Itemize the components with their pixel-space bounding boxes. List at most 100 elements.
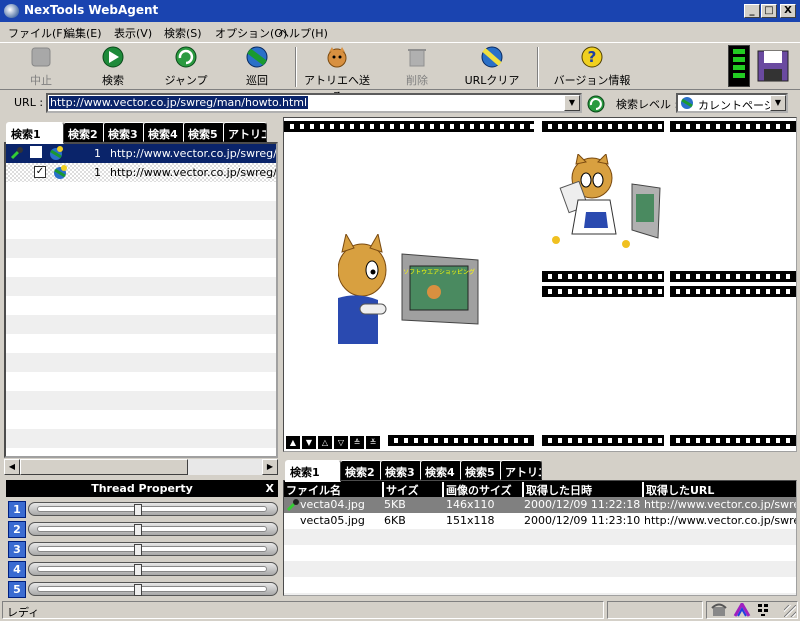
filmstrip <box>670 121 796 132</box>
window-title: NexTools WebAgent <box>24 3 159 17</box>
menu-help[interactable]: ヘルプ(H) <box>278 25 328 41</box>
column-date[interactable]: 取得した日時 <box>522 482 592 498</box>
left-tab-strip: 検索1 検索2 検索3 検索4 検索5 アトリエ <box>6 122 278 144</box>
delete-button[interactable]: 削除 <box>392 45 442 89</box>
patrol-button[interactable]: 巡回 <box>230 45 284 89</box>
phone-icon <box>711 603 727 616</box>
go-icon[interactable] <box>587 95 605 113</box>
cell-size: 6KB <box>384 514 406 527</box>
menu-search[interactable]: 検索(S) <box>164 25 202 41</box>
tab-search4[interactable]: 検索4 <box>143 122 185 142</box>
table-row[interactable]: vecta05.jpg 6KB 151x118 2000/12/09 11:23… <box>284 513 796 529</box>
close-button[interactable]: X <box>780 4 796 18</box>
nav-first-button[interactable]: ▲ <box>286 436 300 449</box>
tab-search4[interactable]: 検索4 <box>420 460 462 480</box>
tab-search1[interactable]: 検索1 <box>285 460 341 482</box>
scroll-right-button[interactable]: ▶ <box>262 459 278 475</box>
search-tool-icon <box>10 147 23 160</box>
scroll-thumb[interactable] <box>20 459 188 475</box>
menu-edit[interactable]: 編集(E) <box>64 25 102 41</box>
file-table: ファイル名 サイズ 画像のサイズ 取得した日時 取得したURL vecta04.… <box>283 480 797 596</box>
cell-url: http://www.vector.co.jp/swre <box>644 514 797 527</box>
maximize-button[interactable]: □ <box>761 4 777 18</box>
grid-icon <box>758 604 768 616</box>
checkbox[interactable] <box>30 146 42 158</box>
menu-file[interactable]: ファイル(F) <box>8 25 67 41</box>
cell-url: http://www.vector.co.jp/swre <box>644 498 797 511</box>
tab-search2[interactable]: 検索2 <box>340 460 382 480</box>
column-filename[interactable]: ファイル名 <box>284 482 341 498</box>
menu-options[interactable]: オプション(O) <box>215 25 287 41</box>
nav-down-button[interactable]: ▽ <box>334 436 348 449</box>
table-row[interactable]: vecta04.jpg 5KB 146x110 2000/12/09 11:22… <box>284 497 796 513</box>
scroll-left-button[interactable]: ◀ <box>4 459 20 475</box>
tab-search3[interactable]: 検索3 <box>380 460 422 480</box>
list-item[interactable]: 1 http://www.vector.co.jp/swreg/m <box>6 144 276 163</box>
thread-progress <box>28 562 278 576</box>
thread-row: 4 <box>6 560 278 579</box>
filmstrip <box>670 286 796 297</box>
cell-date: 2000/12/09 11:22:18 <box>524 498 641 511</box>
nav-page-down-button[interactable]: ≚ <box>366 436 380 449</box>
result-count: 1 <box>94 147 101 160</box>
filmstrip <box>670 271 796 282</box>
atelier-logo-icon <box>733 603 751 617</box>
search-result-list[interactable]: 1 http://www.vector.co.jp/swreg/m ✓ 1 ht… <box>4 142 278 458</box>
column-image-size[interactable]: 画像のサイズ <box>442 482 512 498</box>
tab-search5[interactable]: 検索5 <box>183 122 225 142</box>
minimize-button[interactable]: _ <box>744 4 760 18</box>
menu-view[interactable]: 表示(V) <box>114 25 152 41</box>
url-clear-button[interactable]: URLクリア <box>462 45 522 89</box>
tab-atelier[interactable]: アトリエ <box>500 460 542 480</box>
cell-filename: vecta04.jpg <box>300 498 365 511</box>
preview-pane: ソフトウエアショッピング ▲ ▼ △ ▽ ≙ ≚ <box>283 117 797 452</box>
tab-atelier[interactable]: アトリエ <box>223 122 267 142</box>
title-bar: NexTools WebAgent _ □ X <box>0 0 800 22</box>
close-icon[interactable]: X <box>266 480 274 497</box>
url-dropdown-button[interactable]: ▼ <box>564 95 580 111</box>
tab-search5[interactable]: 検索5 <box>460 460 502 480</box>
search-level-select[interactable]: カレントページ ▼ <box>676 93 788 113</box>
thread-number: 4 <box>8 561 26 578</box>
url-input[interactable]: http://www.vector.co.jp/swreg/man/howto.… <box>46 93 582 113</box>
resize-grip[interactable] <box>784 605 796 617</box>
filmstrip <box>542 271 664 282</box>
nav-up-button[interactable]: △ <box>318 436 332 449</box>
thread-row: 2 <box>6 520 278 539</box>
svg-text:?: ? <box>588 48 597 66</box>
jump-button[interactable]: ジャンプ <box>158 45 214 89</box>
stop-button[interactable]: 中止 <box>14 45 68 89</box>
tab-search3[interactable]: 検索3 <box>103 122 145 142</box>
cell-date: 2000/12/09 11:23:10 <box>524 514 641 527</box>
tab-search2[interactable]: 検索2 <box>63 122 105 142</box>
floppy-disk-icon[interactable] <box>756 49 790 83</box>
globe-icon <box>681 97 693 109</box>
filmstrip <box>542 121 664 132</box>
url-bar: URL : http://www.vector.co.jp/swreg/man/… <box>0 91 800 116</box>
nav-last-button[interactable]: ▼ <box>302 436 316 449</box>
url-value: http://www.vector.co.jp/swreg/man/howto.… <box>49 96 309 109</box>
search-level-value: カレントページ <box>698 99 775 112</box>
search-button[interactable]: 検索 <box>86 45 140 89</box>
search-level-label: 検索レベル : <box>616 98 679 111</box>
column-size[interactable]: サイズ <box>382 482 419 498</box>
thread-number: 5 <box>8 581 26 598</box>
version-button[interactable]: ? バージョン情報 <box>552 45 632 89</box>
search-level-dropdown-button[interactable]: ▼ <box>770 95 786 111</box>
thread-number: 2 <box>8 521 26 538</box>
column-url[interactable]: 取得したURL <box>642 482 714 498</box>
cat-icon <box>327 47 347 68</box>
tab-search1[interactable]: 検索1 <box>6 122 64 144</box>
thread-indicator <box>728 45 750 87</box>
send-to-atelier-button[interactable]: アトリエへ送る <box>302 45 372 103</box>
url-label: URL : <box>14 96 44 109</box>
checkbox-checked[interactable]: ✓ <box>34 166 46 178</box>
list-item[interactable]: ✓ 1 http://www.vector.co.jp/swreg/m <box>6 163 276 182</box>
horizontal-scrollbar[interactable]: ◀ ▶ <box>4 459 278 475</box>
thread-property-panel: Thread Property X 1 2 3 4 5 <box>6 480 278 598</box>
thread-row: 1 <box>6 500 278 519</box>
delete-icon <box>408 49 426 67</box>
result-count: 1 <box>94 166 101 179</box>
cell-filename: vecta05.jpg <box>300 514 365 527</box>
nav-page-up-button[interactable]: ≙ <box>350 436 364 449</box>
